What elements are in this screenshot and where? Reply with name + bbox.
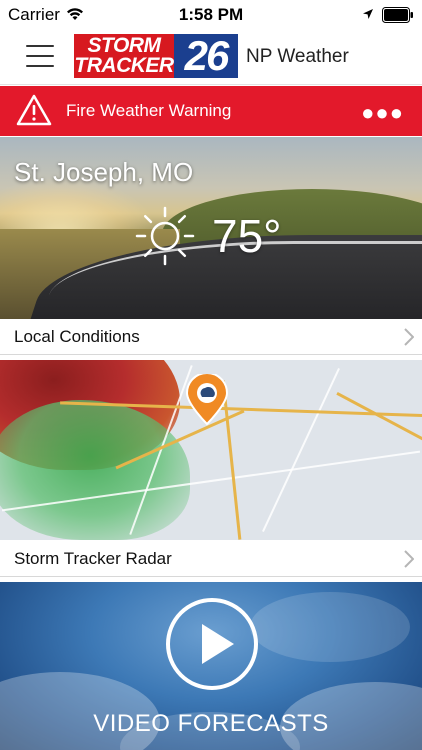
logo-number: 26 (184, 32, 230, 79)
temperature: 75° (212, 210, 282, 262)
conditions-background-image[interactable]: St. Joseph, MO 75° (0, 137, 422, 319)
logo-line2: TRACKER (74, 54, 174, 77)
logo-line1: STORM (87, 34, 161, 57)
status-bar: Carrier 1:58 PM (0, 0, 422, 30)
alert-text: Fire Weather Warning (66, 101, 232, 120)
hamburger-menu-icon[interactable] (26, 45, 54, 69)
play-icon[interactable] (164, 596, 260, 692)
fire-weather-alert[interactable]: Fire Weather Warning ●●● (0, 86, 422, 136)
storm-tracker-logo: STORM TRACKER 26 (74, 34, 238, 78)
battery-icon (382, 7, 413, 23)
radar-label: Storm Tracker Radar (14, 549, 172, 568)
ellipsis-icon[interactable]: ●●● (361, 100, 404, 126)
location-arrow-icon (363, 9, 373, 19)
app-header: STORM TRACKER 26 NP Weather (0, 30, 422, 85)
local-conditions-link[interactable]: Local Conditions (0, 319, 422, 355)
city-name: St. Joseph, MO (14, 157, 194, 187)
storm-tracker-radar-link[interactable]: Storm Tracker Radar (0, 541, 422, 577)
app-title: NP Weather (246, 46, 349, 67)
storm-location-pin-icon[interactable] (183, 374, 231, 426)
warning-triangle-icon (16, 94, 52, 126)
chevron-right-icon (404, 328, 414, 346)
sunny-icon (135, 206, 195, 266)
video-forecasts-label: VIDEO FORECASTS (93, 710, 329, 737)
clock: 1:58 PM (178, 5, 244, 24)
local-conditions-label: Local Conditions (14, 327, 140, 346)
chevron-right-icon (404, 550, 414, 568)
logo-wordmark: STORM TRACKER (74, 34, 174, 78)
